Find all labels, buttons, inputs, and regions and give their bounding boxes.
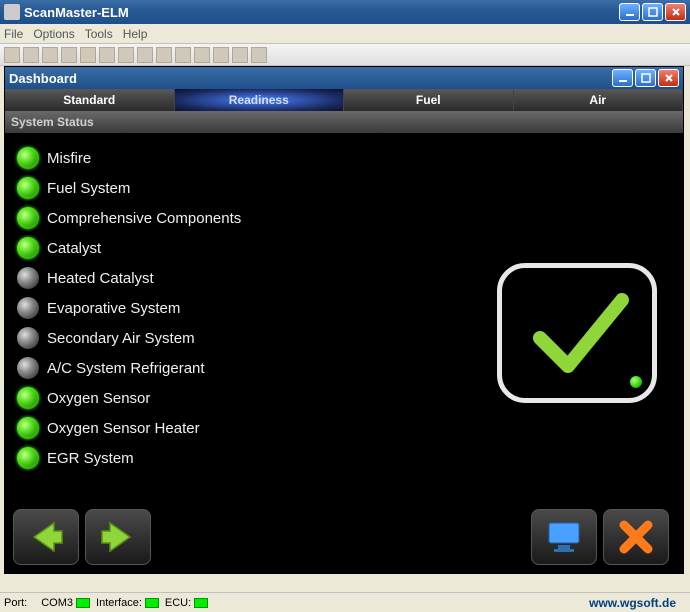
status-port-value: COM3 xyxy=(41,597,73,609)
toolbar-button-7[interactable] xyxy=(118,47,134,63)
toolbar-button-8[interactable] xyxy=(137,47,153,63)
cancel-button[interactable] xyxy=(603,509,669,565)
toolbar-button-9[interactable] xyxy=(156,47,172,63)
toolbar-button-1[interactable] xyxy=(4,47,20,63)
led-icon xyxy=(17,327,39,349)
arrow-right-icon xyxy=(98,517,138,557)
readiness-item-label: Comprehensive Components xyxy=(47,210,241,227)
readiness-item: Comprehensive Components xyxy=(17,203,671,233)
led-icon xyxy=(17,267,39,289)
maximize-button[interactable] xyxy=(642,3,663,21)
led-icon xyxy=(17,177,39,199)
x-icon xyxy=(616,517,656,557)
tab-fuel[interactable]: Fuel xyxy=(344,89,514,111)
menubar: File Options Tools Help xyxy=(0,24,690,44)
toolbar-button-13[interactable] xyxy=(232,47,248,63)
readiness-item-label: EGR System xyxy=(47,450,134,467)
dashboard-body: Standard Readiness Fuel Air System Statu… xyxy=(5,89,683,573)
led-icon xyxy=(17,237,39,259)
toolbar-button-2[interactable] xyxy=(23,47,39,63)
toolbar-button-3[interactable] xyxy=(42,47,58,63)
nav-prev-button[interactable] xyxy=(13,509,79,565)
toolbar-button-6[interactable] xyxy=(99,47,115,63)
status-port-led xyxy=(76,598,90,608)
toolbar-button-12[interactable] xyxy=(213,47,229,63)
status-port-label: Port: xyxy=(4,597,27,609)
app-icon xyxy=(4,4,20,20)
readiness-item-label: A/C System Refrigerant xyxy=(47,360,205,377)
menu-file[interactable]: File xyxy=(4,27,23,41)
tab-row: Standard Readiness Fuel Air xyxy=(5,89,683,111)
status-bar: Port: COM3 Interface: ECU: www.wgsoft.de xyxy=(0,592,690,612)
app-title: ScanMaster-ELM xyxy=(24,5,619,20)
check-icon xyxy=(520,278,640,388)
arrow-left-icon xyxy=(26,517,66,557)
readiness-item-label: Secondary Air System xyxy=(47,330,195,347)
readiness-item-label: Fuel System xyxy=(47,180,130,197)
menu-options[interactable]: Options xyxy=(33,27,74,41)
dashboard-maximize-button[interactable] xyxy=(635,69,656,87)
tab-standard[interactable]: Standard xyxy=(5,89,175,111)
toolbar xyxy=(0,44,690,66)
nav-next-button[interactable] xyxy=(85,509,151,565)
status-interface-label: Interface: xyxy=(96,597,142,609)
readiness-item-label: Evaporative System xyxy=(47,300,180,317)
status-ecu-label: ECU: xyxy=(165,597,191,609)
window-controls xyxy=(619,3,686,21)
status-ecu-led xyxy=(194,598,208,608)
tab-readiness[interactable]: Readiness xyxy=(175,89,345,111)
toolbar-button-11[interactable] xyxy=(194,47,210,63)
readiness-item: EGR System xyxy=(17,443,671,473)
led-icon xyxy=(17,297,39,319)
dashboard-titlebar: Dashboard xyxy=(5,67,683,89)
readiness-item-label: Misfire xyxy=(47,150,91,167)
status-ok-card xyxy=(497,263,657,403)
led-icon xyxy=(17,357,39,379)
menu-help[interactable]: Help xyxy=(123,27,148,41)
readiness-item-label: Catalyst xyxy=(47,240,101,257)
led-icon xyxy=(17,207,39,229)
toolbar-button-5[interactable] xyxy=(80,47,96,63)
readiness-item-label: Oxygen Sensor Heater xyxy=(47,420,200,437)
menu-tools[interactable]: Tools xyxy=(85,27,113,41)
toolbar-button-10[interactable] xyxy=(175,47,191,63)
dashboard-window: Dashboard Standard Readiness Fuel Air Sy… xyxy=(4,66,684,574)
section-header: System Status xyxy=(5,111,683,133)
close-button[interactable] xyxy=(665,3,686,21)
led-icon xyxy=(17,147,39,169)
led-icon xyxy=(17,447,39,469)
readiness-item: Misfire xyxy=(17,143,671,173)
toolbar-button-14[interactable] xyxy=(251,47,267,63)
toolbar-button-4[interactable] xyxy=(61,47,77,63)
readiness-item: Catalyst xyxy=(17,233,671,263)
minimize-button[interactable] xyxy=(619,3,640,21)
status-ok-led xyxy=(630,376,642,388)
dashboard-title: Dashboard xyxy=(9,71,612,86)
led-icon xyxy=(17,387,39,409)
dashboard-close-button[interactable] xyxy=(658,69,679,87)
dashboard-minimize-button[interactable] xyxy=(612,69,633,87)
screen-button[interactable] xyxy=(531,509,597,565)
bottom-nav xyxy=(13,507,675,567)
led-icon xyxy=(17,417,39,439)
app-titlebar: ScanMaster-ELM xyxy=(0,0,690,24)
dashboard-window-controls xyxy=(612,69,679,87)
status-interface-led xyxy=(145,598,159,608)
tab-air[interactable]: Air xyxy=(514,89,684,111)
monitor-icon xyxy=(544,517,584,557)
content-area: Misfire Fuel System Comprehensive Componen… xyxy=(5,133,683,573)
readiness-item-label: Oxygen Sensor xyxy=(47,390,150,407)
readiness-item-label: Heated Catalyst xyxy=(47,270,154,287)
readiness-item: Oxygen Sensor Heater xyxy=(17,413,671,443)
status-url[interactable]: www.wgsoft.de xyxy=(589,596,676,610)
readiness-item: Fuel System xyxy=(17,173,671,203)
